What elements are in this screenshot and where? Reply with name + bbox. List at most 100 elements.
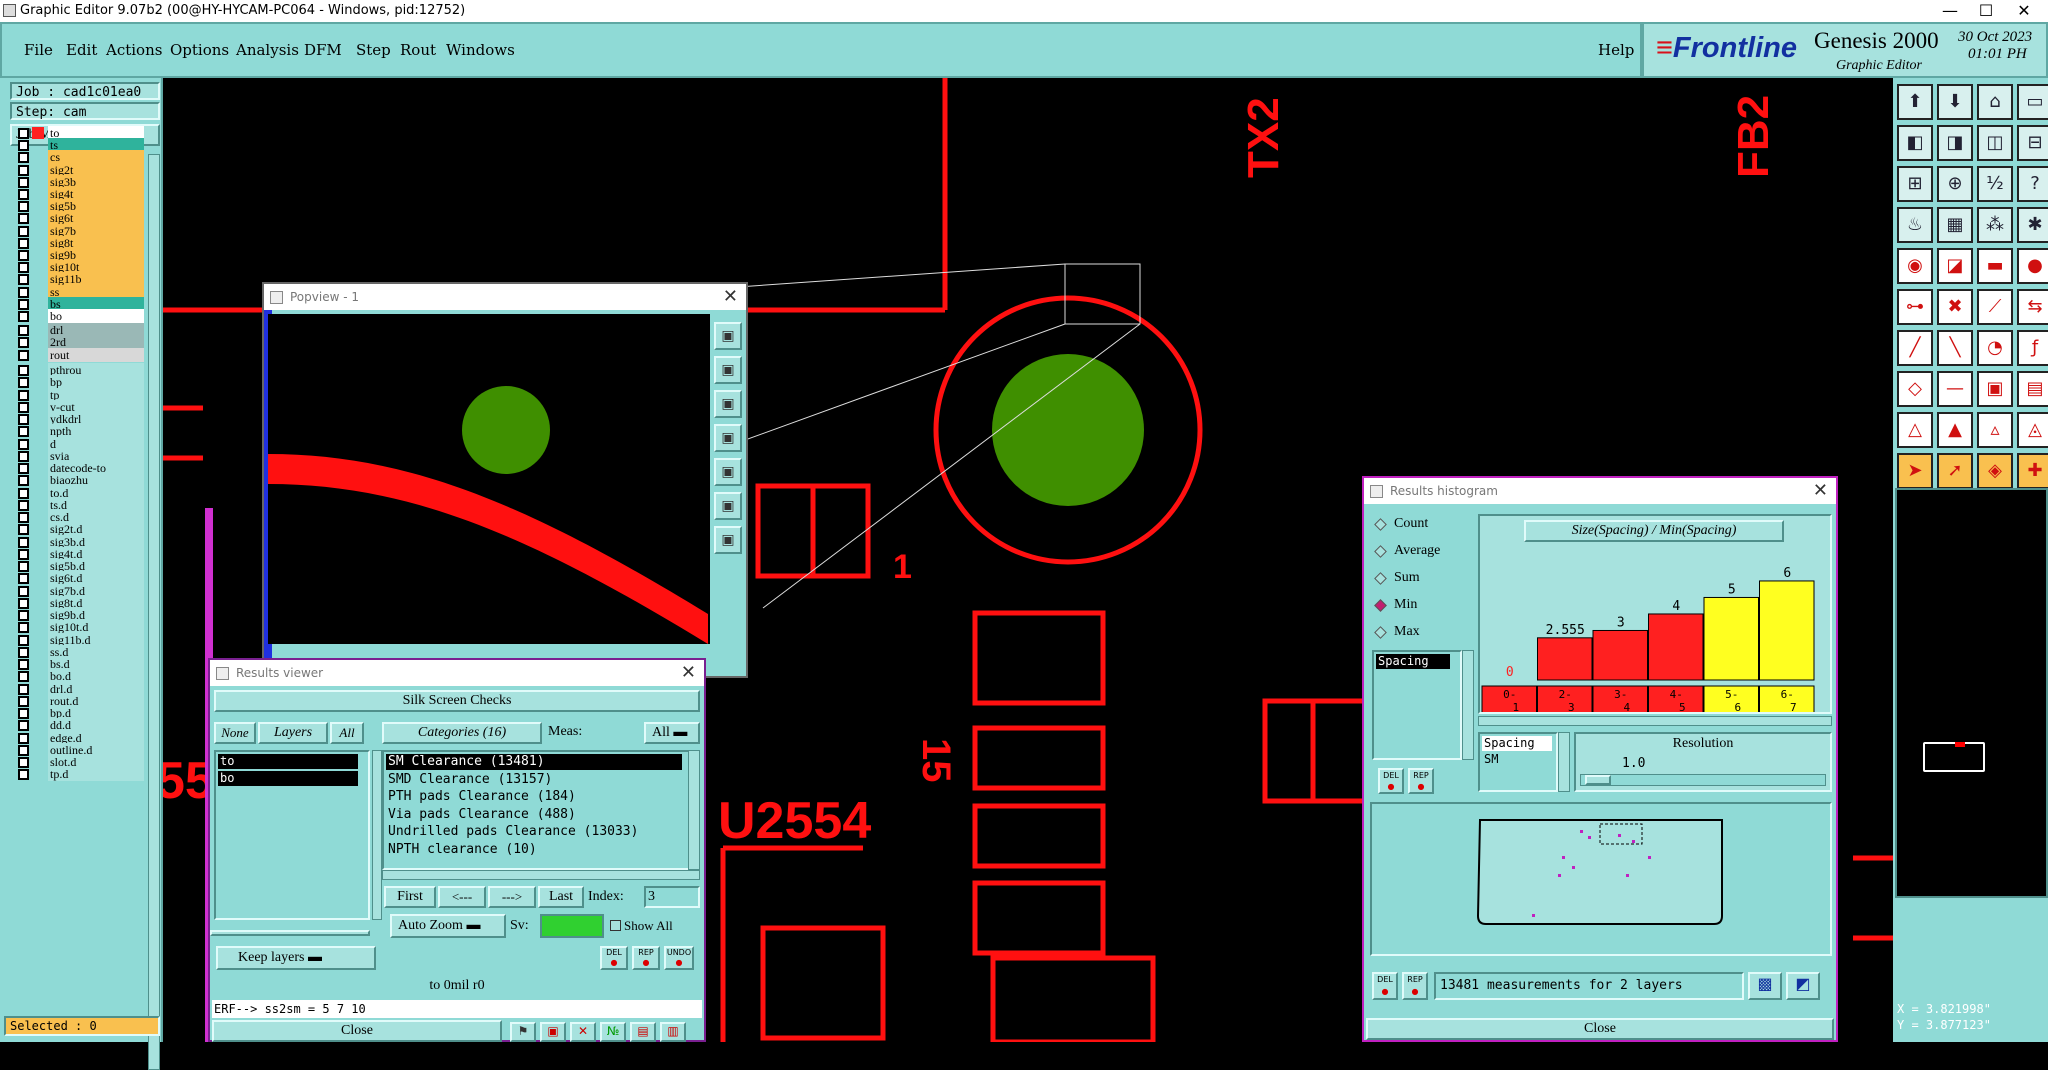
tool-button[interactable]: ✖ (1937, 289, 1973, 325)
tool-button[interactable]: ✱ (2017, 207, 2048, 243)
tool-button[interactable]: ⌂ (1977, 84, 2013, 120)
histogram-bar[interactable] (1592, 629, 1648, 681)
first-button[interactable]: First (384, 886, 436, 908)
tool-button[interactable]: ◈ (1977, 453, 2013, 489)
tool-button[interactable]: ⬆ (1897, 84, 1933, 120)
popview-close-icon[interactable]: ✕ (723, 284, 738, 310)
menu-edit[interactable]: Edit (66, 41, 97, 59)
tool-button[interactable]: ◉ (1897, 248, 1933, 284)
category-item[interactable]: Undrilled pads Clearance (13033) (386, 824, 682, 840)
layer-result-item[interactable]: bo (218, 771, 358, 786)
popview-tool-button[interactable]: ▣ (714, 390, 742, 418)
category-scrollbar[interactable] (688, 750, 700, 870)
report-icon[interactable]: ▤ (630, 1022, 656, 1042)
keep-layers-dropdown[interactable]: Keep layers ▬ (216, 946, 376, 970)
graph-icon[interactable]: ▩ (1748, 972, 1782, 1000)
tool-button[interactable]: ▦ (1937, 207, 1973, 243)
measure-icon[interactable]: ▣ (540, 1022, 566, 1042)
category-item[interactable]: SMD Clearance (13157) (386, 772, 682, 788)
histogram-list-scrollbar[interactable] (1462, 650, 1474, 760)
results-viewer-close-button[interactable]: Close (212, 1020, 502, 1042)
mode-radio-sum[interactable]: Sum (1374, 570, 1474, 590)
tool-button[interactable]: ▤ (2017, 371, 2048, 407)
tool-button[interactable]: ◇ (1897, 371, 1933, 407)
summary-del-button[interactable]: DEL ● (1372, 972, 1398, 1000)
maximize-button[interactable]: ☐ (1966, 0, 2006, 22)
tool-button[interactable]: ◔ (1977, 330, 2013, 366)
auto-zoom-dropdown[interactable]: Auto Zoom ▬ (390, 914, 506, 938)
zoom-icon[interactable]: ◩ (1786, 972, 1820, 1000)
probe-icon[interactable]: ⚑ (510, 1022, 536, 1042)
menu-help[interactable]: Help (1598, 41, 1634, 59)
resolution-slider-handle[interactable] (1585, 775, 1611, 785)
histogram-bar[interactable] (1703, 596, 1759, 681)
cross-icon[interactable]: ✕ (570, 1022, 596, 1042)
meas-dropdown[interactable]: All ▬ (644, 722, 700, 744)
histogram-del-button[interactable]: DEL ● (1378, 768, 1404, 794)
layer-checkbox[interactable] (18, 349, 29, 361)
category-item-spacing[interactable]: Spacing (1376, 654, 1450, 669)
tool-button[interactable]: ➚ (1937, 453, 1973, 489)
tool-button[interactable]: ⊟ (2017, 125, 2048, 161)
menu-file[interactable]: File (24, 41, 53, 59)
tool-button[interactable]: △ (1897, 412, 1933, 448)
results-viewer-close-icon[interactable]: ✕ (681, 660, 696, 686)
tool-button[interactable]: ▣ (1977, 371, 2013, 407)
layers-none-button[interactable]: None (214, 722, 256, 744)
category-item[interactable]: PTH pads Clearance (184) (386, 789, 682, 805)
close-window-button[interactable]: ✕ (2004, 0, 2044, 22)
tool-button[interactable]: ▭ (2017, 84, 2048, 120)
histogram-bar[interactable] (1759, 580, 1815, 681)
layer-row[interactable]: tp.d (14, 767, 144, 782)
tool-button[interactable]: ╲ (1937, 330, 1973, 366)
prev-button[interactable]: <--- (438, 886, 486, 908)
tool-button[interactable]: ◬ (2017, 412, 2048, 448)
menu-windows[interactable]: Windows (446, 41, 515, 59)
histogram-bar[interactable] (1537, 637, 1593, 681)
histogram-hscrollbar[interactable] (1478, 716, 1832, 726)
mode-radio-average[interactable]: Average (1374, 543, 1474, 563)
tool-button[interactable]: ⁂ (1977, 207, 2013, 243)
tool-button[interactable]: ⟋ (1977, 289, 2013, 325)
menu-options[interactable]: Options (170, 41, 229, 59)
layer-result-item[interactable]: to (218, 754, 358, 769)
last-button[interactable]: Last (538, 886, 584, 908)
menu-analysis[interactable]: Analysis (236, 41, 299, 59)
popview-tool-button[interactable]: ▣ (714, 356, 742, 384)
tool-button[interactable]: ◫ (1977, 125, 2013, 161)
layer-checkbox[interactable] (18, 769, 29, 781)
resolution-slider[interactable] (1580, 774, 1826, 786)
mode-radio-max[interactable]: Max (1374, 624, 1474, 644)
popview-tool-button[interactable]: ▣ (714, 458, 742, 486)
tool-button[interactable]: ? (2017, 166, 2048, 202)
category-item[interactable]: NPTH clearance (10) (386, 842, 682, 858)
layers-all-button[interactable]: All (330, 722, 364, 744)
tool-button[interactable]: ✚ (2017, 453, 2048, 489)
tool-button[interactable]: ◧ (1897, 125, 1933, 161)
rep-button[interactable]: REP ● (632, 946, 660, 970)
layer-row[interactable]: rout (14, 347, 144, 362)
tool-button[interactable]: ◨ (1937, 125, 1973, 161)
number-icon[interactable]: № (600, 1022, 626, 1042)
mode-radio-count[interactable]: Count (1374, 516, 1474, 536)
category-item[interactable]: Via pads Clearance (488) (386, 807, 682, 823)
tool-button[interactable]: — (1937, 371, 1973, 407)
show-all-checkbox[interactable] (610, 920, 621, 931)
histogram-close-button[interactable]: Close (1366, 1018, 1834, 1040)
selected-category-scrollbar[interactable] (1558, 732, 1570, 792)
tool-button[interactable]: ♨ (1897, 207, 1933, 243)
histogram-close-icon[interactable]: ✕ (1813, 478, 1828, 504)
histogram-icon[interactable]: ▥ (660, 1022, 686, 1042)
layer-list-scrollbar[interactable] (372, 750, 382, 920)
category-hscrollbar[interactable] (382, 870, 700, 880)
tool-button[interactable]: ➤ (1897, 453, 1933, 489)
popview-canvas[interactable] (268, 314, 710, 644)
layer-scrollbar[interactable] (148, 154, 160, 1070)
menu-rout[interactable]: Rout (400, 41, 436, 59)
histogram-rep-button[interactable]: REP ● (1408, 768, 1434, 794)
tool-button[interactable]: ⬇ (1937, 84, 1973, 120)
index-input[interactable]: 3 (644, 886, 700, 908)
tool-button[interactable]: ⇆ (2017, 289, 2048, 325)
tool-button[interactable]: ▬ (1977, 248, 2013, 284)
tool-button[interactable]: ⊞ (1897, 166, 1933, 202)
